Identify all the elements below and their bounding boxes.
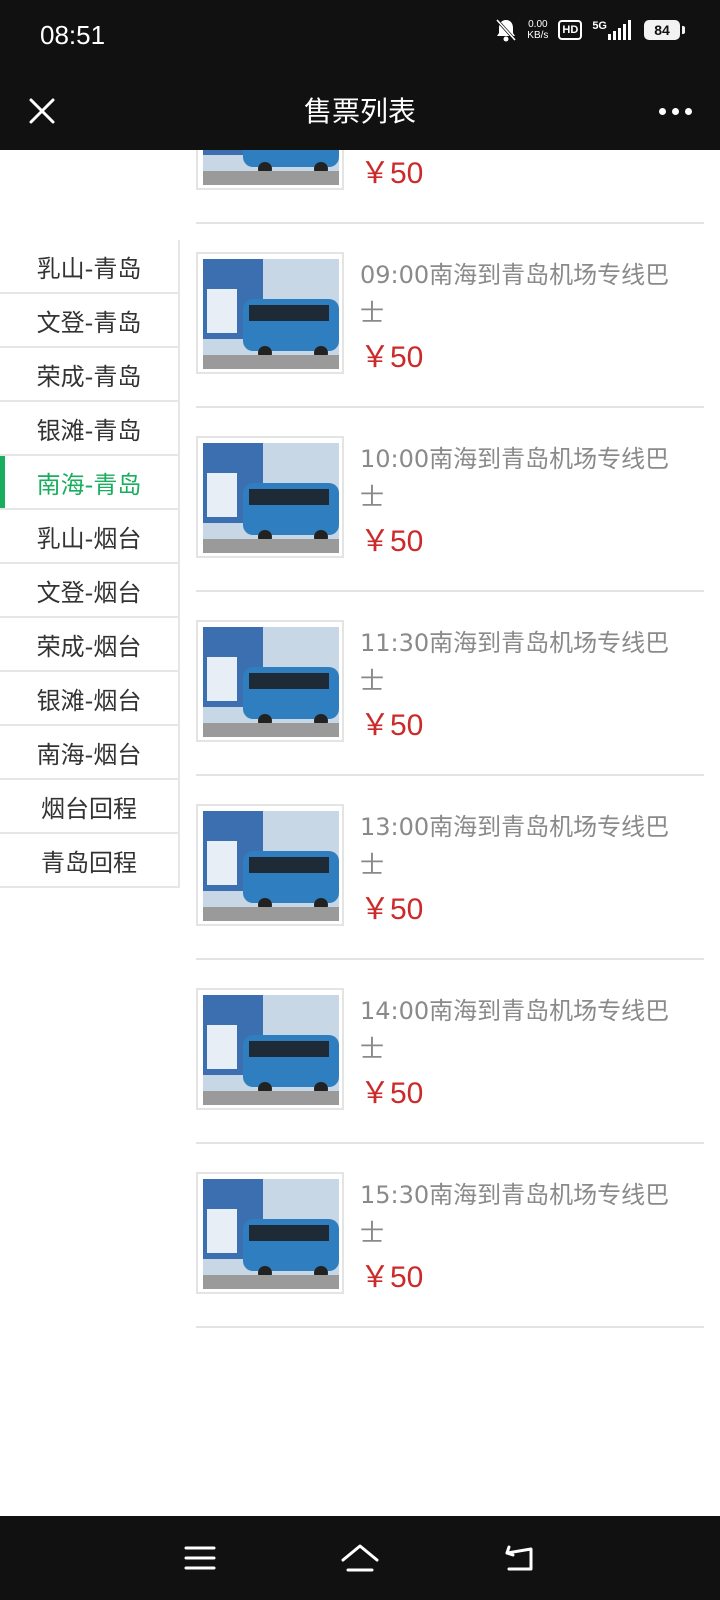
- more-dot-icon: [658, 107, 666, 115]
- ticket-title: 10:00南海到青岛机场专线巴士: [360, 445, 670, 511]
- sidebar-item-rongcheng-yantai[interactable]: 荣成-烟台: [0, 618, 178, 672]
- speed-unit: KB/s: [527, 30, 549, 41]
- ticket-item[interactable]: 13:00南海到青岛机场专线巴士 ￥50: [196, 776, 704, 960]
- bus-photo-icon: [203, 259, 339, 369]
- sidebar-item-qingdao-return[interactable]: 青岛回程: [0, 834, 178, 888]
- more-options-button[interactable]: [650, 89, 700, 133]
- ticket-price: ￥50: [360, 157, 424, 190]
- sidebar-item-wendeng-qingdao[interactable]: 文登-青岛: [0, 294, 178, 348]
- bus-photo-icon: [203, 995, 339, 1105]
- bus-thumbnail: [196, 620, 344, 742]
- main-content: 乳山-青岛 文登-青岛 荣成-青岛 银滩-青岛 南海-青岛 乳山-烟台 文登-烟…: [0, 150, 720, 1516]
- page-title: 售票列表: [303, 95, 416, 128]
- ticket-price: ￥50: [360, 1077, 424, 1110]
- nav-bar: 售票列表: [0, 72, 720, 150]
- recent-apps-button[interactable]: [178, 1536, 222, 1580]
- bus-thumbnail: [196, 150, 344, 190]
- ticket-item[interactable]: 11:30南海到青岛机场专线巴士 ￥50: [196, 592, 704, 776]
- back-icon: [505, 1545, 533, 1571]
- bus-photo-icon: [203, 150, 339, 185]
- network-speed: 0.00 KB/s: [527, 19, 548, 41]
- status-bar: 08:51 0.00 KB/s HD 5G 84: [0, 0, 720, 72]
- ticket-list: ￥50 09:00南海到青岛机场专线巴士 ￥50 10:00南海到青岛机场专线巴…: [196, 150, 704, 1328]
- menu-icon: [184, 1546, 216, 1570]
- bus-thumbnail: [196, 252, 344, 374]
- bus-photo-icon: [203, 443, 339, 553]
- home-icon: [341, 1544, 379, 1572]
- mute-bell-icon: [495, 18, 517, 42]
- sidebar-item-nanhai-yantai[interactable]: 南海-烟台: [0, 726, 178, 780]
- bus-thumbnail: [196, 436, 344, 558]
- route-sidebar: 乳山-青岛 文登-青岛 荣成-青岛 银滩-青岛 南海-青岛 乳山-烟台 文登-烟…: [0, 240, 180, 888]
- sidebar-item-rushan-qingdao[interactable]: 乳山-青岛: [0, 240, 178, 294]
- ticket-price: ￥50: [360, 341, 424, 374]
- speed-value: 0.00: [528, 19, 548, 30]
- ticket-price: ￥50: [360, 709, 424, 742]
- bus-thumbnail: [196, 1172, 344, 1294]
- ticket-item[interactable]: 10:00南海到青岛机场专线巴士 ￥50: [196, 408, 704, 592]
- bus-photo-icon: [203, 811, 339, 921]
- status-time: 08:51: [40, 20, 106, 50]
- sidebar-item-rongcheng-qingdao[interactable]: 荣成-青岛: [0, 348, 178, 402]
- battery-indicator: 84: [644, 20, 685, 40]
- back-button[interactable]: [498, 1536, 542, 1580]
- sidebar-item-wendeng-yantai[interactable]: 文登-烟台: [0, 564, 178, 618]
- home-button[interactable]: [338, 1536, 382, 1580]
- ticket-item[interactable]: ￥50: [196, 150, 704, 224]
- ticket-item[interactable]: 14:00南海到青岛机场专线巴士 ￥50: [196, 960, 704, 1144]
- ticket-price: ￥50: [360, 1261, 424, 1294]
- signal-5g-icon: 5G: [592, 20, 634, 40]
- ticket-price: ￥50: [360, 525, 424, 558]
- more-dot-icon: [671, 107, 679, 115]
- bus-thumbnail: [196, 804, 344, 926]
- bus-photo-icon: [203, 1179, 339, 1289]
- ticket-title: 11:30南海到青岛机场专线巴士: [360, 629, 670, 695]
- more-dot-icon: [684, 107, 692, 115]
- ticket-title: 13:00南海到青岛机场专线巴士: [360, 813, 670, 879]
- status-icons: 0.00 KB/s HD 5G 84: [495, 18, 685, 42]
- ticket-item[interactable]: 15:30南海到青岛机场专线巴士 ￥50: [196, 1144, 704, 1328]
- system-nav-bar: [0, 1516, 720, 1600]
- sidebar-item-yantai-return[interactable]: 烟台回程: [0, 780, 178, 834]
- sidebar-item-rushan-yantai[interactable]: 乳山-烟台: [0, 510, 178, 564]
- bus-photo-icon: [203, 627, 339, 737]
- ticket-item[interactable]: 09:00南海到青岛机场专线巴士 ￥50: [196, 224, 704, 408]
- ticket-price: ￥50: [360, 893, 424, 926]
- network-type: 5G: [592, 20, 607, 32]
- sidebar-item-yintan-yantai[interactable]: 银滩-烟台: [0, 672, 178, 726]
- sidebar-item-nanhai-qingdao[interactable]: 南海-青岛: [0, 456, 178, 510]
- hd-badge: HD: [558, 20, 583, 40]
- ticket-title: 14:00南海到青岛机场专线巴士: [360, 997, 670, 1063]
- bus-thumbnail: [196, 988, 344, 1110]
- ticket-title: 15:30南海到青岛机场专线巴士: [360, 1181, 670, 1247]
- ticket-title: 09:00南海到青岛机场专线巴士: [360, 261, 670, 327]
- sidebar-item-yintan-qingdao[interactable]: 银滩-青岛: [0, 402, 178, 456]
